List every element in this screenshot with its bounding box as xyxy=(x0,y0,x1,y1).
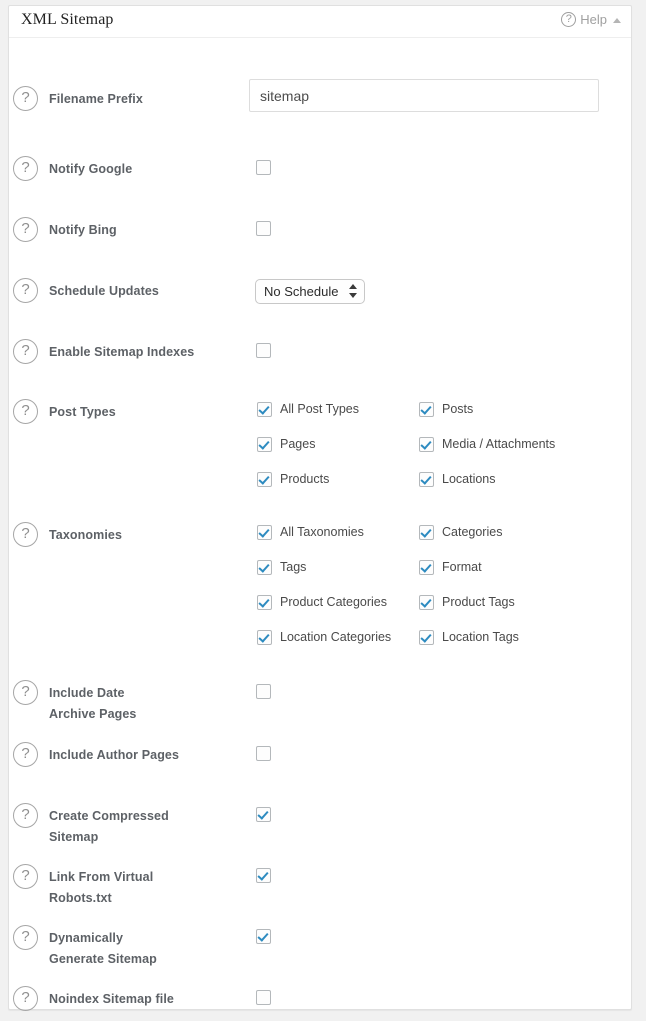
question-circle-icon[interactable]: ? xyxy=(13,339,38,364)
checkbox-label: Location Categories xyxy=(280,630,391,645)
checkbox-notify-bing[interactable] xyxy=(256,221,271,236)
question-circle-icon[interactable]: ? xyxy=(13,680,38,705)
question-circle-icon[interactable]: ? xyxy=(13,522,38,547)
help-label: Help xyxy=(580,12,607,27)
checkbox-box[interactable] xyxy=(419,472,434,487)
question-circle-icon[interactable]: ? xyxy=(13,217,38,242)
row-label-taxonomies: Taxonomies xyxy=(49,525,239,546)
checkbox-noindex-sitemap-file[interactable] xyxy=(256,990,271,1005)
checkbox-box[interactable] xyxy=(257,402,272,417)
question-circle-icon[interactable]: ? xyxy=(13,86,38,111)
checkbox-create-compressed-sitemap[interactable] xyxy=(256,807,271,822)
checkbox-option[interactable]: Pages xyxy=(257,437,315,452)
checkbox-option[interactable]: All Post Types xyxy=(257,402,359,417)
question-circle-icon[interactable]: ? xyxy=(13,925,38,950)
caret-up-icon xyxy=(613,18,621,23)
checkbox-option[interactable]: Products xyxy=(257,472,329,487)
question-circle-icon[interactable]: ? xyxy=(13,278,38,303)
row-label-enable-sitemap-indexes: Enable Sitemap Indexes xyxy=(49,342,239,363)
checkbox-option[interactable]: Format xyxy=(419,560,482,575)
checkbox-label: Product Categories xyxy=(280,595,387,610)
question-circle-icon[interactable]: ? xyxy=(13,399,38,424)
checkbox-label: Pages xyxy=(280,437,315,452)
checkbox-label: Format xyxy=(442,560,482,575)
checkbox-option[interactable]: Posts xyxy=(419,402,473,417)
checkbox-option[interactable]: Product Tags xyxy=(419,595,515,610)
checkbox-notify-google[interactable] xyxy=(256,160,271,175)
row-label-noindex-sitemap-file: Noindex Sitemap file xyxy=(49,989,239,1010)
checkbox-box[interactable] xyxy=(419,595,434,610)
select-value-schedule-updates: No Schedule xyxy=(255,279,365,304)
row-label-include-date-archive-pages: Include Date Archive Pages xyxy=(49,683,169,725)
checkbox-label: Product Tags xyxy=(442,595,515,610)
checkbox-option[interactable]: All Taxonomies xyxy=(257,525,364,540)
checkbox-option[interactable]: Categories xyxy=(419,525,502,540)
checkbox-label: All Post Types xyxy=(280,402,359,417)
checkbox-option[interactable]: Location Tags xyxy=(419,630,519,645)
checkbox-option[interactable]: Location Categories xyxy=(257,630,391,645)
checkbox-label: Tags xyxy=(280,560,306,575)
row-label-post-types: Post Types xyxy=(49,402,239,423)
question-circle-icon: ? xyxy=(561,12,576,27)
checkbox-option[interactable]: Product Categories xyxy=(257,595,387,610)
row-label-schedule-updates: Schedule Updates xyxy=(49,281,239,302)
checkbox-box[interactable] xyxy=(257,630,272,645)
row-label-filename-prefix: Filename Prefix xyxy=(49,89,239,110)
row-label-notify-google: Notify Google xyxy=(49,159,239,180)
checkbox-enable-sitemap-indexes[interactable] xyxy=(256,343,271,358)
help-toggle[interactable]: ? Help xyxy=(561,12,621,27)
select-schedule-updates[interactable]: No Schedule xyxy=(255,279,365,304)
checkbox-dynamically-generate-sitemap[interactable] xyxy=(256,929,271,944)
checkbox-box[interactable] xyxy=(419,630,434,645)
row-label-include-author-pages: Include Author Pages xyxy=(49,745,239,766)
checkbox-box[interactable] xyxy=(257,525,272,540)
checkbox-box[interactable] xyxy=(257,595,272,610)
question-circle-icon[interactable]: ? xyxy=(13,864,38,889)
checkbox-label: Media / Attachments xyxy=(442,437,555,452)
question-circle-icon[interactable]: ? xyxy=(13,803,38,828)
checkbox-link-from-virtual-robots-txt[interactable] xyxy=(256,868,271,883)
checkbox-label: Locations xyxy=(442,472,496,487)
checkbox-label: Location Tags xyxy=(442,630,519,645)
checkbox-box[interactable] xyxy=(419,402,434,417)
checkbox-box[interactable] xyxy=(257,560,272,575)
checkbox-box[interactable] xyxy=(257,472,272,487)
row-label-dynamically-generate-sitemap: Dynamically Generate Sitemap xyxy=(49,928,179,970)
row-label-notify-bing: Notify Bing xyxy=(49,220,239,241)
panel-header: XML Sitemap ? Help xyxy=(9,6,631,38)
checkbox-box[interactable] xyxy=(257,437,272,452)
checkbox-label: Categories xyxy=(442,525,502,540)
checkbox-option[interactable]: Locations xyxy=(419,472,496,487)
question-circle-icon[interactable]: ? xyxy=(13,986,38,1011)
checkbox-include-author-pages[interactable] xyxy=(256,746,271,761)
checkbox-include-date-archive-pages[interactable] xyxy=(256,684,271,699)
checkbox-box[interactable] xyxy=(419,437,434,452)
page-title: XML Sitemap xyxy=(21,11,114,29)
input-filename-prefix[interactable] xyxy=(249,79,599,112)
question-circle-icon[interactable]: ? xyxy=(13,156,38,181)
checkbox-option[interactable]: Tags xyxy=(257,560,306,575)
checkbox-box[interactable] xyxy=(419,525,434,540)
checkbox-label: Posts xyxy=(442,402,473,417)
row-label-create-compressed-sitemap: Create Compressed Sitemap xyxy=(49,806,169,848)
checkbox-label: Products xyxy=(280,472,329,487)
checkbox-option[interactable]: Media / Attachments xyxy=(419,437,555,452)
checkbox-label: All Taxonomies xyxy=(280,525,364,540)
question-circle-icon[interactable]: ? xyxy=(13,742,38,767)
xml-sitemap-panel: XML Sitemap ? Help ? Filename Prefix? Noti… xyxy=(8,5,632,1010)
checkbox-box[interactable] xyxy=(419,560,434,575)
row-label-link-from-virtual-robots-txt: Link From Virtual Robots.txt xyxy=(49,867,169,909)
